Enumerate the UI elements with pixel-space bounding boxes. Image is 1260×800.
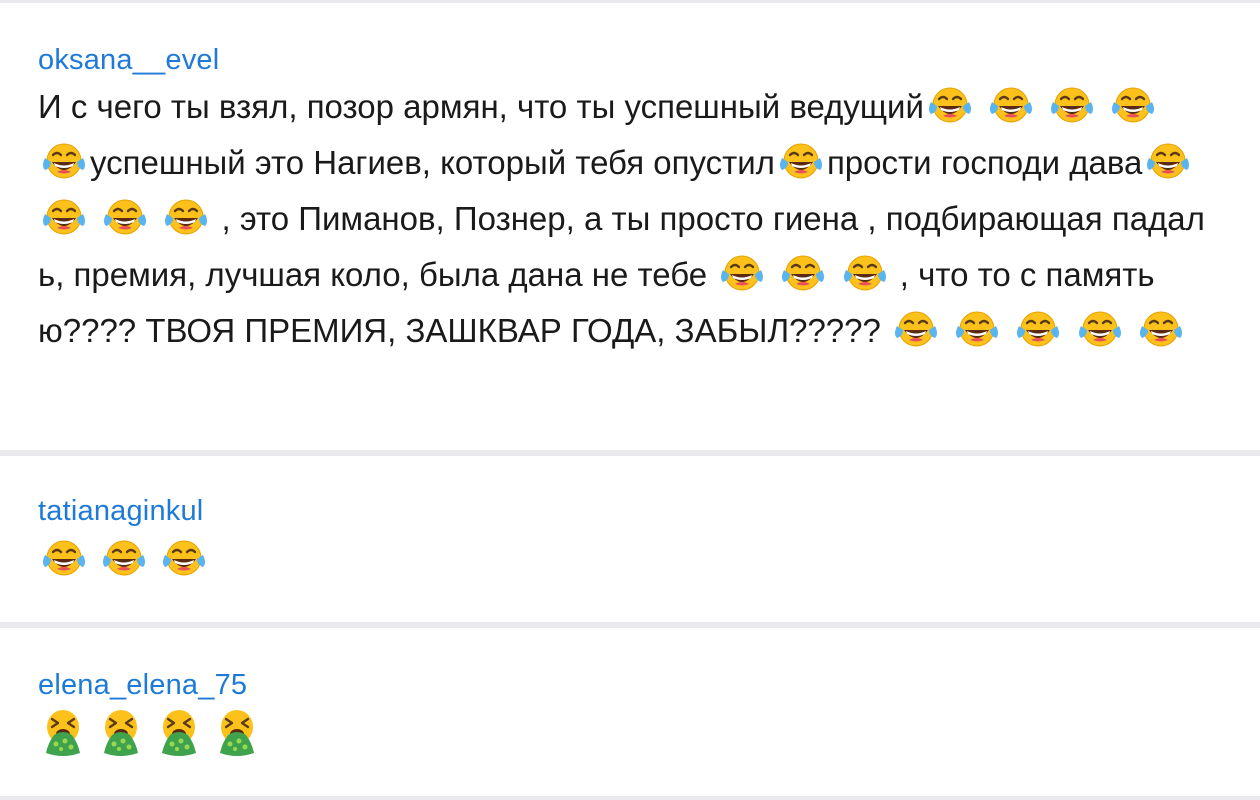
face-with-tears-of-joy-icon [842, 253, 888, 293]
face-with-tears-of-joy-icon [1145, 141, 1191, 181]
comment-username[interactable]: elena_elena_75 [38, 666, 1220, 704]
face-vomiting-icon [156, 708, 202, 756]
comment-emoji-row [38, 704, 1220, 760]
comment-username[interactable]: tatianaginkul [38, 492, 1220, 530]
face-vomiting-icon [40, 708, 86, 756]
comment-text-segment [1037, 88, 1046, 125]
face-with-tears-of-joy-icon [41, 538, 87, 578]
comment-text-segment: И с чего ты взял, позор армян, что ты ус… [38, 88, 924, 125]
comment-text-segment [942, 312, 951, 349]
comment-text-segment [1126, 312, 1135, 349]
face-with-tears-of-joy-icon [1015, 309, 1061, 349]
comment-text-segment [1003, 312, 1012, 349]
face-with-tears-of-joy-icon [101, 538, 147, 578]
comment-text-segment [1064, 312, 1073, 349]
face-with-tears-of-joy-icon [1138, 309, 1184, 349]
comments-feed: oksana__evel И с чего ты взял, позор арм… [0, 0, 1260, 800]
comment-text: И с чего ты взял, позор армян, что ты ус… [38, 79, 1220, 359]
face-with-tears-of-joy-icon [1110, 85, 1156, 125]
comment-item: oksana__evel И с чего ты взял, позор арм… [0, 3, 1260, 450]
face-with-tears-of-joy-icon [778, 141, 824, 181]
comment-username[interactable]: oksana__evel [38, 41, 1220, 79]
comment-emoji-row [38, 530, 1220, 586]
face-with-tears-of-joy-icon [927, 85, 973, 125]
comment-text-segment [976, 88, 985, 125]
face-with-tears-of-joy-icon [719, 253, 765, 293]
comment-text-segment: прости господи дава [826, 144, 1143, 181]
comment-text-segment [829, 256, 838, 293]
face-with-tears-of-joy-icon [893, 309, 939, 349]
comment-item: elena_elena_75 [0, 628, 1260, 796]
comment-text-segment [151, 200, 160, 237]
face-with-tears-of-joy-icon [41, 141, 87, 181]
face-vomiting-icon [98, 708, 144, 756]
face-with-tears-of-joy-icon [780, 253, 826, 293]
face-with-tears-of-joy-icon [988, 85, 1034, 125]
face-with-tears-of-joy-icon [161, 538, 207, 578]
face-with-tears-of-joy-icon [102, 197, 148, 237]
face-with-tears-of-joy-icon [954, 309, 1000, 349]
face-with-tears-of-joy-icon [41, 197, 87, 237]
comment-text-segment [768, 256, 777, 293]
face-with-tears-of-joy-icon [163, 197, 209, 237]
face-with-tears-of-joy-icon [1077, 309, 1123, 349]
comment-text-segment: успешный это Нагиев, который тебя опусти… [90, 144, 775, 181]
comment-text-segment [90, 200, 99, 237]
comment-text-segment [1098, 88, 1107, 125]
face-vomiting-icon [214, 708, 260, 756]
face-with-tears-of-joy-icon [1049, 85, 1095, 125]
comment-item: tatianaginkul [0, 456, 1260, 622]
